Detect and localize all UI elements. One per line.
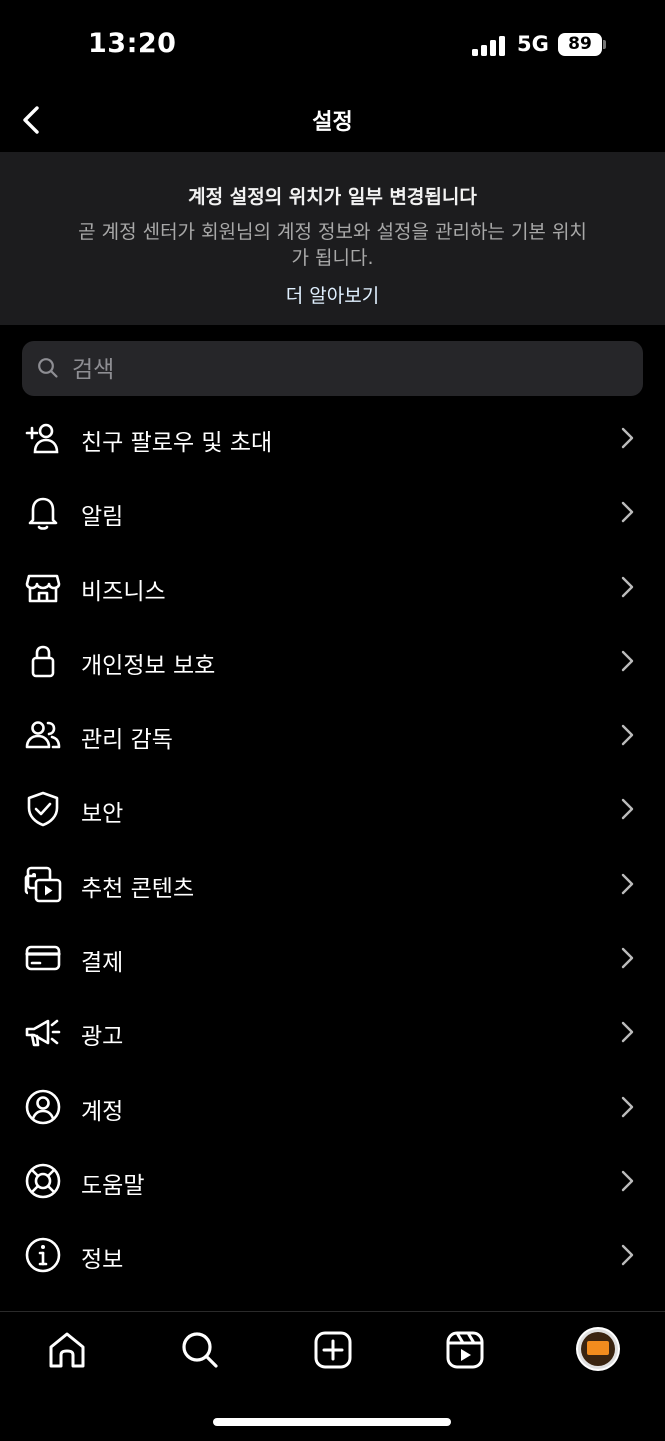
menu-item-label: 관리 감독: [81, 727, 173, 754]
menu-item-label: 추천 콘텐츠: [81, 875, 195, 902]
battery-icon: 89: [558, 33, 602, 56]
menu-item-label: 보안: [81, 801, 124, 828]
shield-check-icon: [27, 792, 59, 827]
media-play-icon: [24, 866, 62, 903]
settings-menu: 친구 팔로우 및 초대 알림 비즈니스 개인정보 보호 관리 감독 보안 추천 …: [0, 401, 665, 1293]
home-indicator: [213, 1418, 451, 1426]
page-title: 설정: [312, 110, 353, 135]
account-circle-icon: [25, 1089, 61, 1124]
menu-item-label: 계정: [81, 1098, 124, 1125]
menu-item-label: 알림: [81, 504, 124, 531]
cellular-signal-icon: [472, 36, 505, 56]
chevron-right-icon: [621, 427, 634, 449]
menu-item-label: 비즈니스: [81, 578, 166, 605]
chevron-right-icon: [621, 1170, 634, 1192]
search-icon: [38, 358, 58, 378]
status-bar: 13:20 5G 89: [0, 0, 665, 92]
menu-item-label: 도움말: [81, 1172, 145, 1199]
menu-item-privacy[interactable]: 개인정보 보호: [0, 624, 665, 698]
menu-item-label: 친구 팔로우 및 초대: [81, 430, 273, 456]
chevron-right-icon: [621, 873, 634, 894]
people-icon: [25, 721, 61, 749]
home-icon[interactable]: [47, 1330, 87, 1370]
banner-title: 계정 설정의 위치가 일부 변경됩니다: [188, 186, 477, 208]
chevron-right-icon: [621, 799, 634, 820]
network-type: 5G: [517, 32, 549, 56]
chevron-right-icon: [621, 724, 634, 746]
menu-item-business[interactable]: 비즈니스: [0, 550, 665, 624]
profile-avatar[interactable]: [578, 1329, 618, 1369]
info-icon: [25, 1237, 61, 1273]
create-icon[interactable]: [313, 1330, 353, 1370]
lock-icon: [31, 645, 55, 678]
menu-item-security[interactable]: 보안: [0, 772, 665, 846]
credit-card-icon: [25, 945, 61, 971]
lifebuoy-icon: [25, 1163, 61, 1199]
notice-banner: 계정 설정의 위치가 일부 변경됩니다 곧 계정 센터가 회원님의 계정 정보와…: [0, 152, 665, 325]
menu-item-follow-invite[interactable]: 친구 팔로우 및 초대: [0, 401, 665, 475]
add-person-icon: [25, 423, 59, 454]
menu-item-label: 개인정보 보호: [81, 652, 216, 679]
megaphone-icon: [25, 1020, 61, 1047]
avatar-logo-mark: [587, 1341, 609, 1355]
banner-body: 곧 계정 센터가 회원님의 계정 정보와 설정을 관리하는 기본 위치가 됩니다…: [78, 221, 587, 269]
menu-item-ads[interactable]: 광고: [0, 995, 665, 1069]
chevron-right-icon: [621, 502, 634, 523]
battery-tip: [603, 40, 606, 49]
menu-item-about[interactable]: 정보: [0, 1218, 665, 1292]
chevron-right-icon: [621, 650, 634, 672]
menu-item-label: 정보: [81, 1247, 124, 1274]
menu-item-help[interactable]: 도움말: [0, 1144, 665, 1218]
menu-item-account[interactable]: 계정: [0, 1070, 665, 1144]
menu-item-payments[interactable]: 결제: [0, 921, 665, 995]
shop-icon: [25, 574, 61, 602]
bell-icon: [28, 497, 58, 531]
search-input[interactable]: [70, 341, 634, 398]
chevron-right-icon: [621, 947, 634, 969]
chevron-right-icon: [621, 1245, 634, 1266]
menu-item-label: 광고: [81, 1024, 124, 1051]
chevron-right-icon: [621, 1022, 634, 1043]
status-time: 13:20: [88, 28, 177, 59]
menu-item-suggested-content[interactable]: 추천 콘텐츠: [0, 847, 665, 921]
learn-more-link[interactable]: 더 알아보기: [0, 281, 665, 308]
menu-item-label: 결제: [81, 950, 124, 977]
chevron-right-icon: [621, 576, 634, 597]
menu-item-supervision[interactable]: 관리 감독: [0, 698, 665, 772]
search-icon[interactable]: [180, 1330, 220, 1370]
reels-icon[interactable]: [445, 1330, 485, 1370]
nav-header: 설정: [0, 92, 665, 150]
chevron-right-icon: [621, 1096, 634, 1117]
menu-item-notifications[interactable]: 알림: [0, 475, 665, 549]
search-bar[interactable]: [22, 341, 643, 398]
